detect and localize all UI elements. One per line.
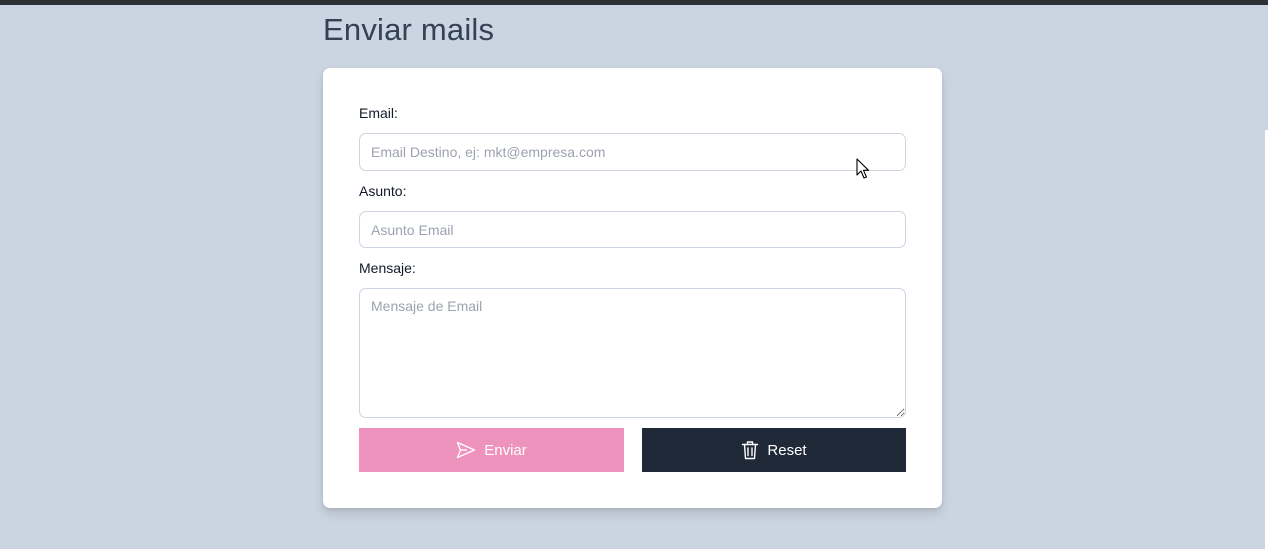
- email-input[interactable]: [359, 133, 906, 171]
- message-textarea[interactable]: [359, 288, 906, 418]
- browser-top-bar: [0, 0, 1268, 5]
- send-button[interactable]: Enviar: [359, 428, 624, 472]
- reset-button[interactable]: Reset: [642, 428, 906, 472]
- page-title: Enviar mails: [323, 12, 495, 47]
- scrollbar[interactable]: [1264, 5, 1268, 549]
- subject-input[interactable]: [359, 211, 906, 248]
- subject-label: Asunto:: [359, 183, 407, 199]
- trash-icon: [741, 440, 759, 460]
- email-label: Email:: [359, 105, 398, 121]
- send-icon: [456, 441, 476, 459]
- message-label: Mensaje:: [359, 260, 416, 276]
- email-form-card: Email: Asunto: Mensaje: Enviar Reset: [323, 68, 942, 508]
- reset-button-label: Reset: [767, 441, 807, 459]
- mouse-cursor-icon: [856, 158, 870, 179]
- send-button-label: Enviar: [484, 441, 527, 459]
